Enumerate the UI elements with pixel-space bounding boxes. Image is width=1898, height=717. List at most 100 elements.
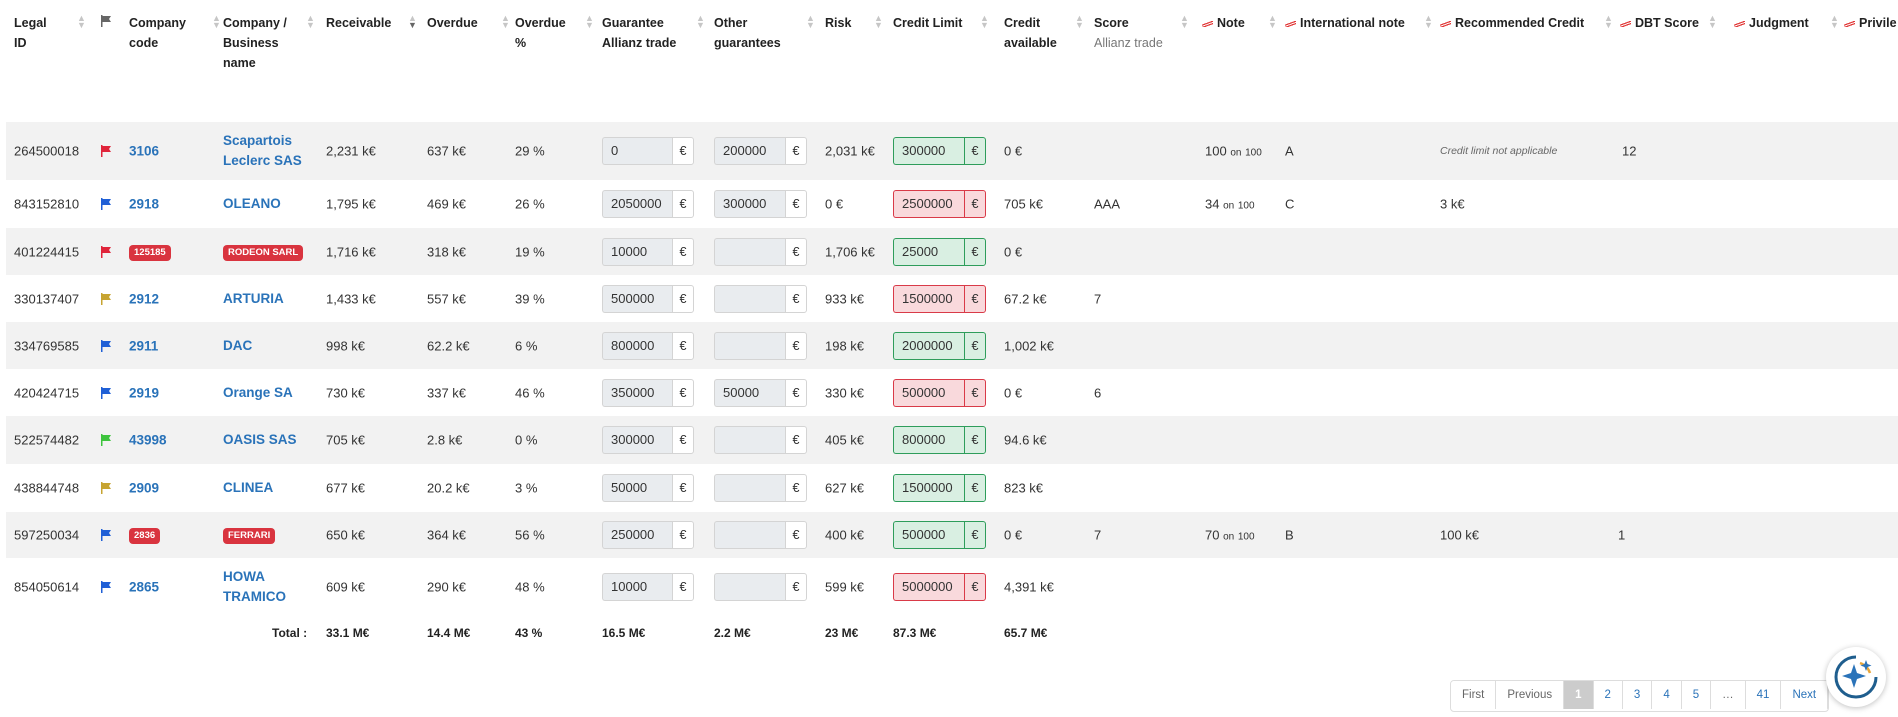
header-overdue[interactable]: Overdue (427, 13, 478, 33)
guarantee-input[interactable]: 500000 € (602, 284, 694, 313)
credit-limit-input[interactable]: 25000 € (893, 237, 986, 266)
header-credit-available[interactable]: Credit available (1004, 13, 1057, 53)
credit-limit-value[interactable]: 300000 (893, 137, 964, 165)
flag-icon[interactable] (100, 386, 112, 399)
credit-limit-input[interactable]: 500000 € (893, 521, 986, 549)
sort-icon[interactable]: ▲ ▼ (408, 14, 417, 30)
credit-limit-value[interactable]: 1500000 (893, 474, 964, 502)
company-code-link[interactable]: 2919 (129, 385, 159, 400)
credit-limit-input[interactable]: 500000 € (893, 378, 986, 407)
header-score[interactable]: Score Allianz trade (1094, 13, 1163, 53)
header-international-note[interactable]: International note (1285, 13, 1405, 33)
guarantee-input[interactable]: 10000 € (602, 237, 694, 266)
business-name-badge[interactable]: FERRARI (223, 528, 276, 544)
company-code[interactable]: 2836 (129, 526, 161, 544)
guarantee-input[interactable]: 50000 € (602, 474, 694, 502)
business-name[interactable]: RODEON SARL (223, 243, 304, 261)
sort-icon[interactable]: ▲ ▼ (1424, 14, 1433, 30)
other-guarantee-value[interactable] (714, 521, 785, 549)
company-code-badge[interactable]: 125185 (129, 244, 171, 261)
other-guarantee-value[interactable]: 300000 (714, 190, 785, 218)
company-code-link[interactable]: 43998 (129, 433, 167, 448)
credit-limit-value[interactable]: 800000 (893, 426, 964, 454)
header-guarantee[interactable]: Guarantee Allianz trade (602, 13, 676, 53)
header-privileges[interactable]: Privile (1844, 13, 1897, 33)
guarantee-value[interactable]: 250000 (602, 521, 672, 549)
company-code-link[interactable]: 2912 (129, 291, 159, 306)
other-guarantee-value[interactable] (714, 331, 785, 360)
header-overdue-pct[interactable]: Overdue % (515, 13, 566, 53)
business-name-link[interactable]: DAC (223, 336, 313, 356)
other-guarantee-value[interactable] (714, 426, 785, 454)
flag-icon[interactable] (100, 339, 112, 352)
credit-limit-value[interactable]: 5000000 (893, 573, 964, 601)
other-guarantee-input[interactable]: € (714, 331, 807, 360)
sort-icon[interactable]: ▲ ▼ (1075, 14, 1084, 30)
header-dbt-score[interactable]: DBT Score (1620, 13, 1699, 33)
business-name-link[interactable]: OLEANO (223, 194, 313, 214)
other-guarantee-value[interactable] (714, 474, 785, 502)
pagination-page-5[interactable]: 5 (1681, 681, 1712, 709)
pagination-page-41[interactable]: 41 (1745, 681, 1782, 709)
flag-icon[interactable] (100, 434, 112, 446)
business-name-link[interactable]: HOWA TRAMICO (223, 567, 313, 607)
pagination-previous[interactable]: Previous (1496, 681, 1565, 709)
company-code-link[interactable]: 2918 (129, 197, 159, 212)
sort-icon[interactable]: ▲ ▼ (77, 14, 86, 30)
guarantee-value[interactable]: 2050000 (602, 190, 672, 218)
flag-icon[interactable] (100, 482, 112, 494)
sort-icon[interactable]: ▲ ▼ (1180, 14, 1189, 30)
company-code-badge[interactable]: 2836 (129, 528, 161, 544)
guarantee-input[interactable]: 250000 € (602, 521, 694, 549)
other-guarantee-input[interactable]: € (714, 237, 807, 266)
business-name-link[interactable]: OASIS SAS (223, 430, 313, 450)
header-other-guarantees[interactable]: Other guarantees (714, 13, 781, 53)
header-company-code[interactable]: Company code (129, 13, 186, 53)
business-name-badge[interactable]: RODEON SARL (223, 244, 304, 261)
credit-limit-input[interactable]: 2500000 € (893, 190, 986, 218)
credit-limit-input[interactable]: 1500000 € (893, 284, 986, 313)
header-business-name[interactable]: Company / Business name (223, 13, 287, 73)
other-guarantee-input[interactable]: € (714, 521, 807, 549)
sort-icon[interactable]: ▲ ▼ (1708, 14, 1717, 30)
sort-icon[interactable]: ▲ ▼ (696, 14, 705, 30)
header-credit-limit[interactable]: Credit Limit (893, 13, 962, 33)
guarantee-input[interactable]: 10000 € (602, 573, 694, 601)
sort-icon[interactable]: ▲ ▼ (1830, 14, 1839, 30)
guarantee-input[interactable]: 2050000 € (602, 190, 694, 218)
sort-icon[interactable]: ▲ ▼ (306, 14, 315, 30)
sort-icon[interactable]: ▲ ▼ (1268, 14, 1277, 30)
business-name-link[interactable]: CLINEA (223, 478, 313, 498)
company-code-link[interactable]: 3106 (129, 144, 159, 159)
flag-icon[interactable] (100, 145, 112, 157)
sort-icon[interactable]: ▲ ▼ (806, 14, 815, 30)
guarantee-value[interactable]: 800000 (602, 331, 672, 360)
sort-icon[interactable]: ▲ ▼ (874, 14, 883, 30)
credit-limit-value[interactable]: 25000 (893, 237, 964, 266)
header-note[interactable]: Note (1202, 13, 1245, 33)
guarantee-input[interactable]: 800000 € (602, 331, 694, 360)
guarantee-value[interactable]: 10000 (602, 573, 672, 601)
other-guarantee-input[interactable]: € (714, 474, 807, 502)
business-name-link[interactable]: Orange SA (223, 383, 313, 403)
business-name-link[interactable]: ARTURIA (223, 289, 313, 309)
pagination-page-3[interactable]: 3 (1622, 681, 1653, 709)
guarantee-value[interactable]: 10000 (602, 237, 672, 266)
guarantee-input[interactable]: 300000 € (602, 426, 694, 454)
header-judgment[interactable]: Judgment (1734, 13, 1809, 33)
business-name[interactable]: FERRARI (223, 526, 276, 544)
header-recommended-credit[interactable]: Recommended Credit (1440, 13, 1584, 33)
credit-limit-input[interactable]: 1500000 € (893, 474, 986, 502)
flag-icon[interactable] (100, 292, 112, 305)
guarantee-value[interactable]: 0 (602, 137, 672, 165)
flag-icon[interactable] (100, 581, 112, 593)
header-receivable[interactable]: Receivable (326, 13, 391, 33)
guarantee-value[interactable]: 300000 (602, 426, 672, 454)
other-guarantee-input[interactable]: 50000 € (714, 378, 807, 407)
company-code-link[interactable]: 2865 (129, 580, 159, 595)
credit-limit-value[interactable]: 500000 (893, 521, 964, 549)
other-guarantee-value[interactable] (714, 284, 785, 313)
sort-icon[interactable]: ▲ ▼ (1604, 14, 1613, 30)
other-guarantee-input[interactable]: 200000 € (714, 137, 807, 165)
other-guarantee-value[interactable]: 200000 (714, 137, 785, 165)
